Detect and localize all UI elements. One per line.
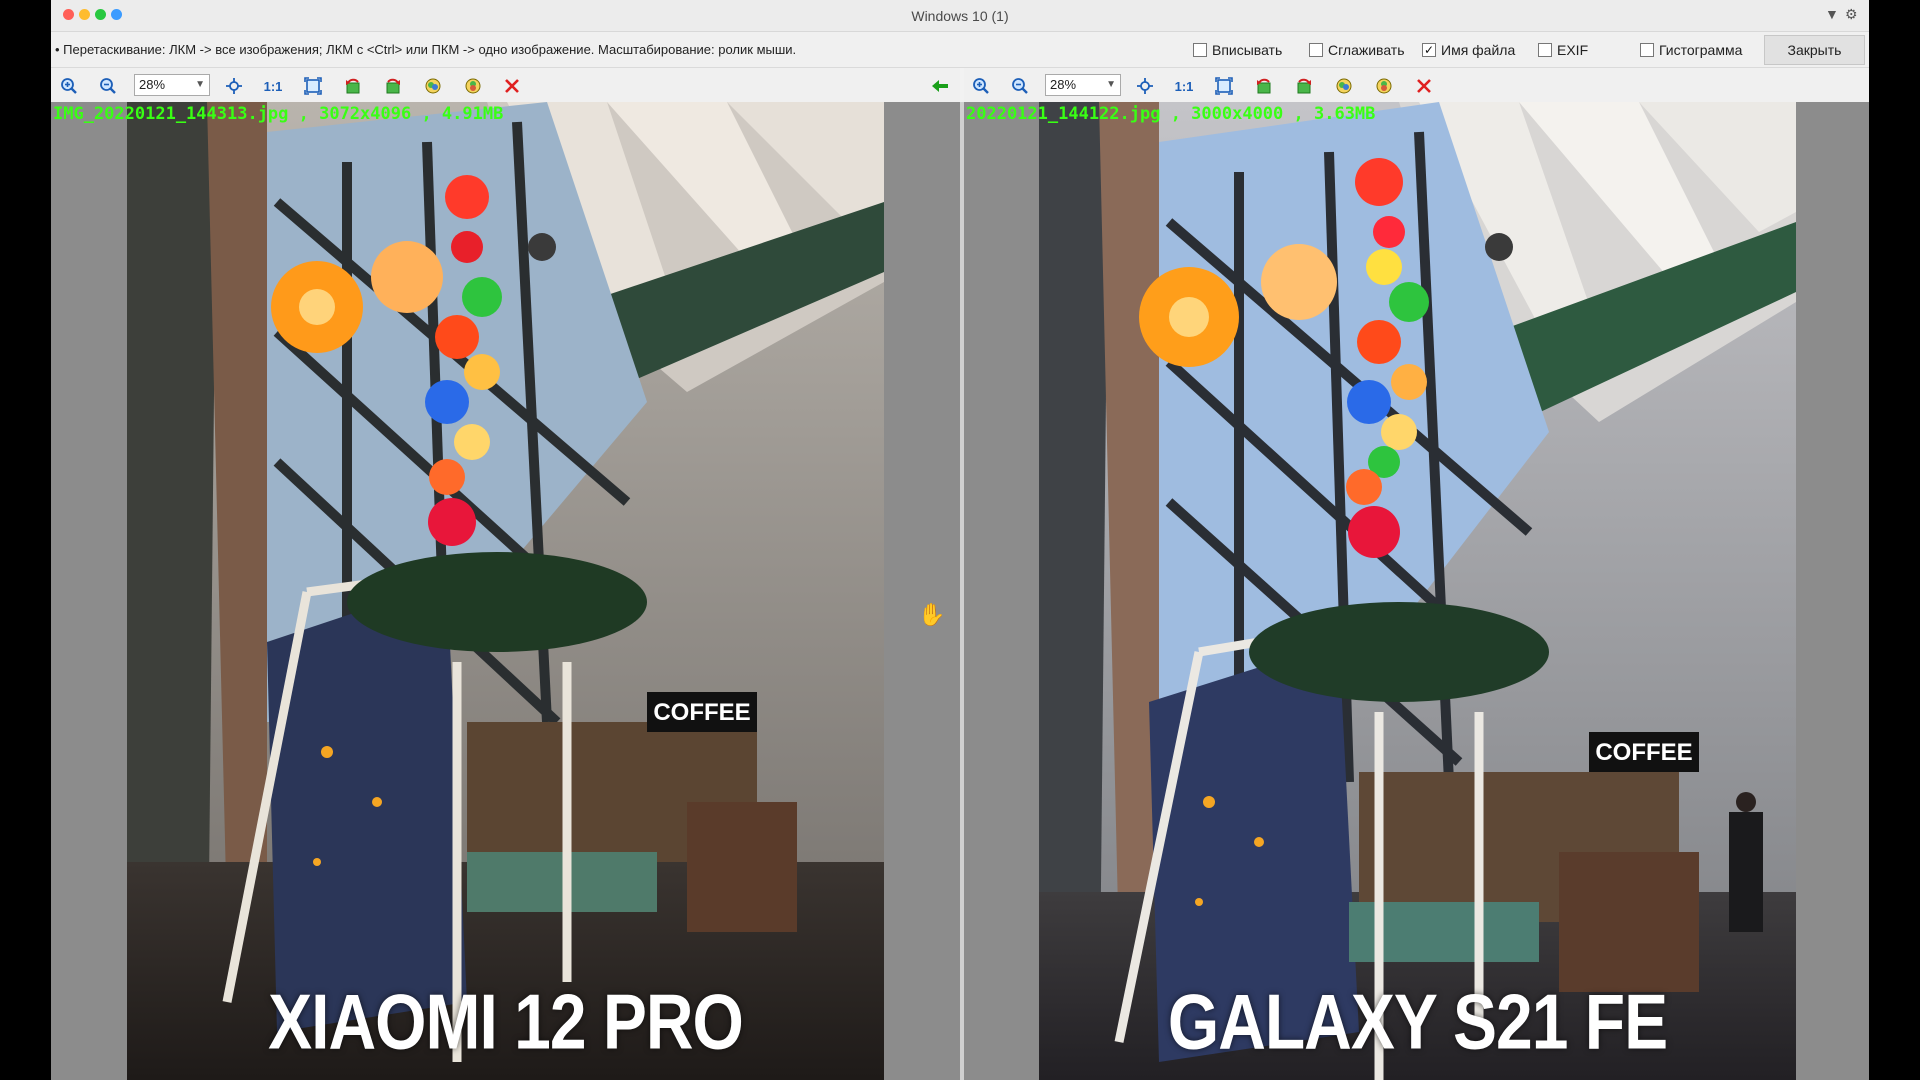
zoom-select[interactable]: 28% ▼	[1045, 74, 1121, 96]
window-title: Windows 10 (1)	[911, 8, 1009, 24]
fit-window-icon[interactable]	[1134, 75, 1156, 97]
flip-horizontal-icon[interactable]	[422, 75, 444, 97]
rotate-right-icon[interactable]	[1293, 75, 1315, 97]
zoom-in-icon[interactable]	[58, 75, 80, 97]
flip-vertical-icon[interactable]	[462, 75, 484, 97]
left-caption: XIAOMI 12 PRO	[268, 977, 744, 1065]
close-image-icon[interactable]	[501, 75, 523, 97]
menu-dropdown-icon[interactable]: ▼	[1825, 6, 1839, 22]
right-file-info: 20220121_144122.jpg , 3000x4000 , 3.63MB	[966, 104, 1376, 124]
exif-checkbox-box[interactable]	[1538, 43, 1552, 57]
zoom-value: 28%	[1050, 77, 1077, 92]
fit-label: Вписывать	[1212, 42, 1283, 58]
svg-text:COFFEE: COFFEE	[1595, 739, 1692, 766]
histogram-checkbox[interactable]: Гистограмма	[1640, 42, 1742, 58]
close-image-icon[interactable]	[1413, 75, 1435, 97]
zoom-value: 28%	[139, 77, 166, 92]
zoom-out-icon[interactable]	[1009, 75, 1031, 97]
actual-size-button[interactable]: 1:1	[262, 75, 284, 97]
left-toolbar: 28% ▼ 1:1	[51, 68, 960, 102]
fit-checkbox-box[interactable]	[1193, 43, 1207, 57]
left-photo[interactable]: COFFEE XIAOMI 12 PRO	[127, 102, 884, 1080]
usage-hint: • Перетаскивание: ЛКМ -> все изображения…	[55, 42, 797, 57]
right-photo[interactable]: COFFEE GALAXY S21 FE	[1039, 102, 1796, 1080]
left-image-pane[interactable]: IMG_20220121_144313.jpg , 3072x4096 , 4.…	[51, 102, 960, 1080]
actual-size-button[interactable]: 1:1	[1173, 75, 1195, 97]
flip-vertical-icon[interactable]	[1373, 75, 1395, 97]
smooth-checkbox[interactable]: Сглаживать	[1309, 42, 1405, 58]
zoom-out-icon[interactable]	[97, 75, 119, 97]
gear-icon[interactable]: ⚙	[1845, 6, 1858, 23]
exif-label: EXIF	[1557, 42, 1589, 58]
options-bar: • Перетаскивание: ЛКМ -> все изображения…	[51, 32, 1869, 68]
fullscreen-icon[interactable]	[1213, 75, 1235, 97]
chevron-down-icon: ▼	[1106, 79, 1116, 90]
app-window: Windows 10 (1) ▼ ⚙ • Перетаскивание: ЛКМ…	[51, 0, 1869, 1080]
chevron-down-icon: ▼	[195, 79, 205, 90]
svg-text:COFFEE: COFFEE	[653, 699, 750, 726]
right-caption: GALAXY S21 FE	[1167, 977, 1668, 1065]
sync-arrow-icon[interactable]	[929, 75, 951, 97]
hand-cursor-icon: ✋	[918, 602, 946, 627]
fit-checkbox[interactable]: Вписывать	[1193, 42, 1282, 58]
rotate-right-icon[interactable]	[382, 75, 404, 97]
title-bar: Windows 10 (1) ▼ ⚙	[51, 0, 1869, 32]
rotate-left-icon[interactable]	[342, 75, 364, 97]
smooth-label: Сглаживать	[1328, 42, 1405, 58]
left-photo-image: COFFEE	[127, 102, 884, 1080]
fullscreen-icon[interactable]	[302, 75, 324, 97]
filename-checkbox-box[interactable]: ✓	[1422, 43, 1436, 57]
filename-label: Имя файла	[1441, 42, 1516, 58]
flip-horizontal-icon[interactable]	[1333, 75, 1355, 97]
zoom-in-icon[interactable]	[970, 75, 992, 97]
right-image-pane[interactable]: 20220121_144122.jpg , 3000x4000 , 3.63MB	[964, 102, 1869, 1080]
exif-checkbox[interactable]: EXIF	[1538, 42, 1588, 58]
zoom-select[interactable]: 28% ▼	[134, 74, 210, 96]
rotate-left-icon[interactable]	[1253, 75, 1275, 97]
right-toolbar: 28% ▼ 1:1	[964, 68, 1869, 102]
fit-window-icon[interactable]	[223, 75, 245, 97]
close-button[interactable]: Закрыть	[1764, 35, 1865, 65]
histogram-checkbox-box[interactable]	[1640, 43, 1654, 57]
left-file-info: IMG_20220121_144313.jpg , 3072x4096 , 4.…	[53, 104, 504, 124]
filename-checkbox[interactable]: ✓ Имя файла	[1422, 42, 1515, 58]
histogram-label: Гистограмма	[1659, 42, 1743, 58]
right-photo-image: COFFEE	[1039, 102, 1796, 1080]
smooth-checkbox-box[interactable]	[1309, 43, 1323, 57]
